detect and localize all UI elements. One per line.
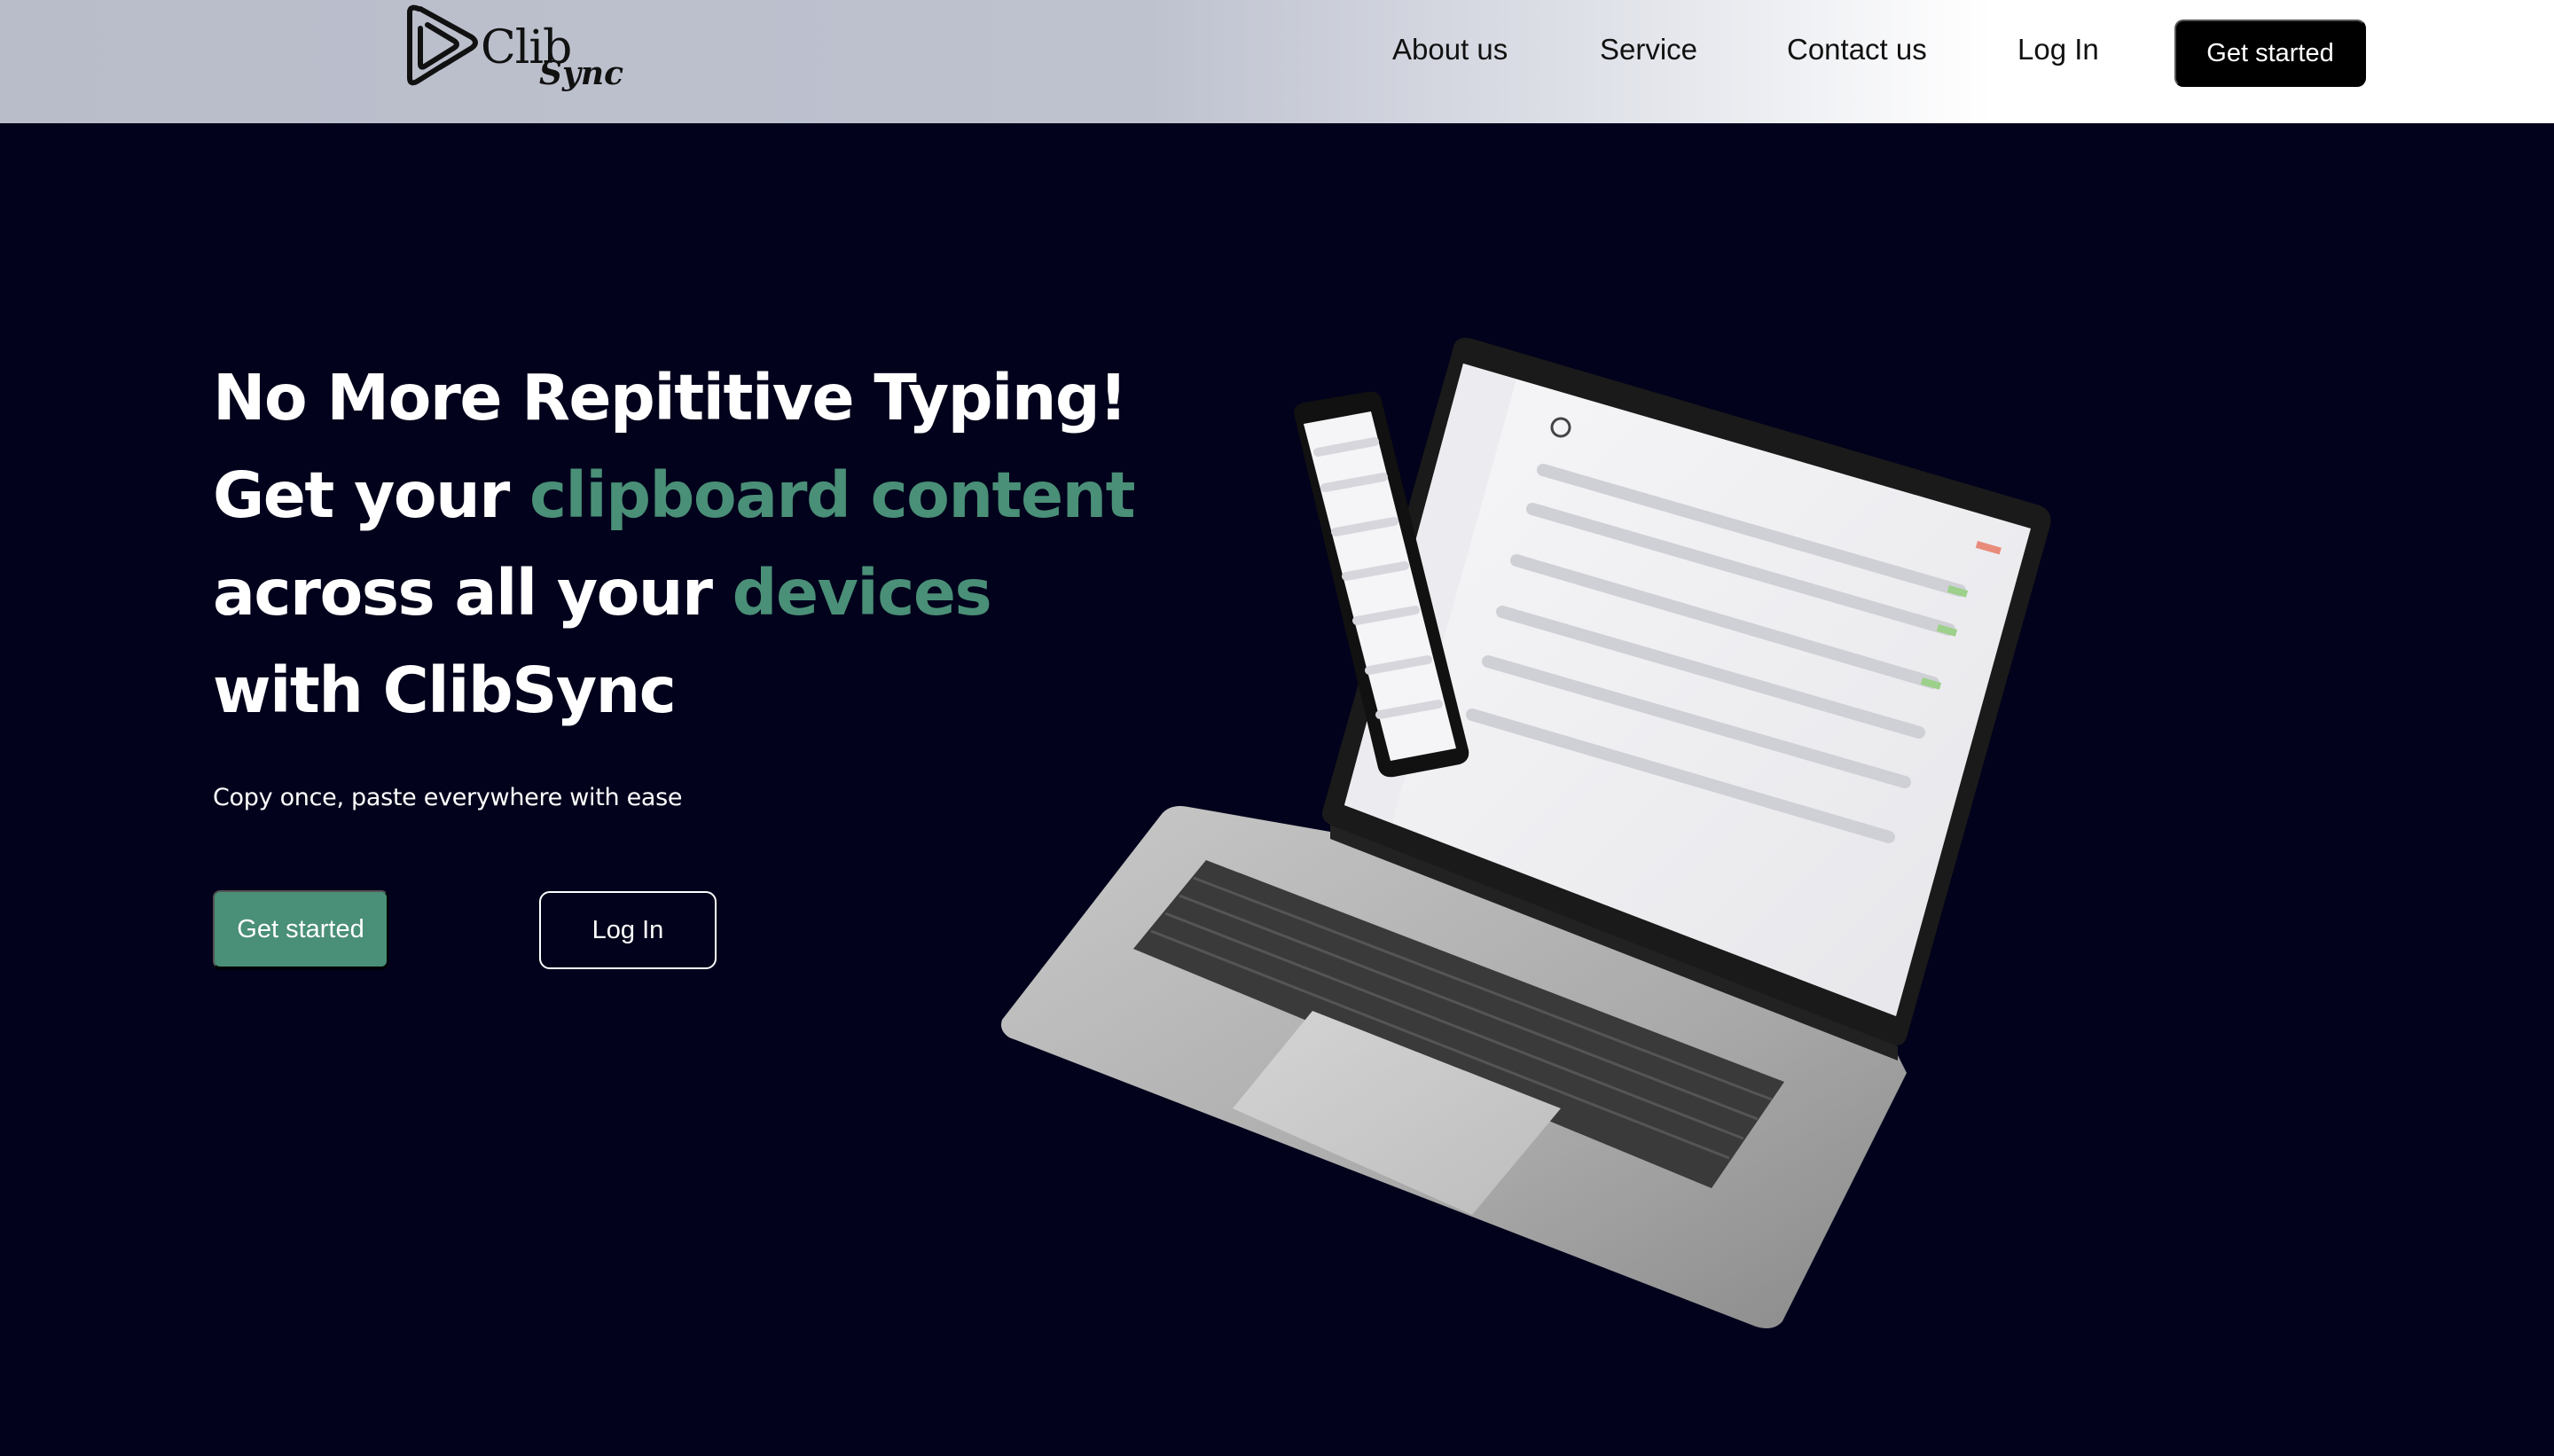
hero-subtitle: Copy once, paste everywhere with ease <box>213 784 683 811</box>
top-navbar: Clib Sync About us Service Contact us Lo… <box>0 0 2554 123</box>
nav-get-started-button[interactable]: Get started <box>2174 20 2366 87</box>
headline-line-4: with ClibSync <box>213 654 677 727</box>
brand-logo[interactable]: Clib Sync <box>401 2 623 105</box>
nav-link-about[interactable]: About us <box>1392 33 1508 67</box>
hero-headline: No More Repititive Typing! Get your clip… <box>213 349 1136 740</box>
logo-script: Sync <box>539 55 624 92</box>
headline-line-3: across all your devices <box>213 544 1100 642</box>
headline-line-2-prefix: Get your <box>213 458 529 532</box>
nav-link-login[interactable]: Log In <box>2017 33 2099 67</box>
clibsync-logo-icon <box>407 4 478 86</box>
headline-line-1: No More Repititive Typing! <box>213 361 1128 434</box>
nav-link-service[interactable]: Service <box>1600 33 1697 67</box>
hero-login-button[interactable]: Log In <box>539 891 717 969</box>
nav-link-contact[interactable]: Contact us <box>1787 33 1927 67</box>
headline-accent-devices: devices <box>732 556 992 630</box>
headline-line-2: Get your clipboard content <box>213 447 1136 544</box>
headline-line-3-prefix: across all your <box>213 556 733 630</box>
hero-get-started-button[interactable]: Get started <box>213 890 388 968</box>
laptop-phone-illustration <box>1001 337 2051 1328</box>
device-mockup-illustration <box>993 328 2093 1330</box>
